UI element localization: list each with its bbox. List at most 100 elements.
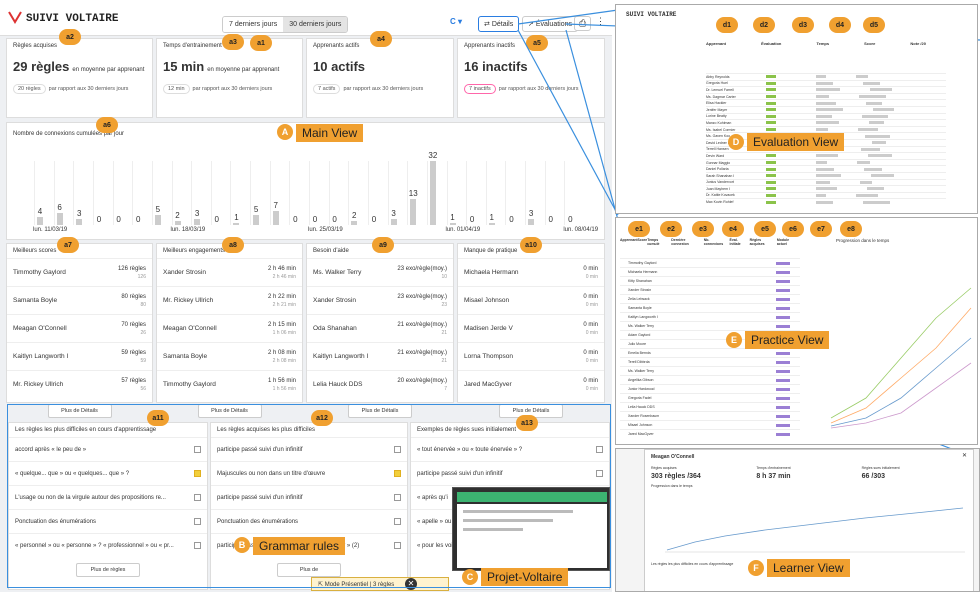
eval-header: Note /20 xyxy=(910,41,926,46)
practice-row[interactable]: Michaela Hermann xyxy=(620,267,800,276)
list-row[interactable]: Xander Strosin 23 exo/règle(moy.) 23 xyxy=(307,286,453,314)
chart-bar xyxy=(37,217,43,225)
list-row[interactable]: Michaela Hermann 0 min 0 min xyxy=(458,258,604,286)
time-bar xyxy=(816,114,832,118)
list-row[interactable]: Samanta Boyle 80 règles 80 xyxy=(7,286,152,314)
practice-row[interactable]: Samanta Boyle xyxy=(620,303,800,312)
time-bar xyxy=(816,108,843,112)
score-bar xyxy=(873,108,894,112)
list-row[interactable]: Samanta Boyle 2 h 08 min 2 h 08 min xyxy=(157,342,302,370)
eval-row[interactable]: Ms. Isabel Cormier xyxy=(706,125,946,133)
eval-row[interactable]: Elisa Hackler xyxy=(706,99,946,106)
eval-row[interactable]: Dr. Kattie Kovacek xyxy=(706,191,946,199)
eval-row[interactable]: Juan Mayhem I xyxy=(706,185,946,192)
list-row-value: 80 règles 80 xyxy=(121,294,146,308)
eval-row-name: Elisa Hackler xyxy=(706,101,727,106)
eval-row[interactable]: Gregoria Huel xyxy=(706,79,946,87)
practice-row[interactable]: Gregoria Fadel xyxy=(620,393,800,402)
eval-row[interactable]: Jenifer Mayer xyxy=(706,105,946,113)
list-row[interactable]: Ms. Walker Terry 23 exo/règle(moy.) 10 xyxy=(307,258,453,286)
list-row[interactable]: Madisen Jerde V 0 min 0 min xyxy=(458,314,604,342)
chart-bar-label: 5 xyxy=(253,205,259,214)
range-30-days[interactable]: 30 derniers jours xyxy=(283,17,348,32)
main-view: SUIVI VOLTAIRE 7 derniers jours 30 derni… xyxy=(0,0,612,592)
practice-row[interactable]: Zelia Lebsack xyxy=(620,294,800,303)
app-logo[interactable]: SUIVI VOLTAIRE xyxy=(8,10,118,25)
list-row[interactable]: Lelia Hauck DDS 20 exo/règle(moy.) 7 xyxy=(307,370,453,398)
list-row[interactable]: Misael Johnson 0 min 0 min xyxy=(458,286,604,314)
print-icon[interactable]: ⎙ xyxy=(574,16,592,31)
eval-row[interactable]: Junius Vandervort xyxy=(706,178,946,186)
list-row[interactable]: Timmothy Gaylord 126 règles 126 xyxy=(7,258,152,286)
list-row-main: 126 règles xyxy=(117,265,146,272)
chart-bar xyxy=(56,213,63,225)
practice-row[interactable]: Ms. Walker Terry xyxy=(620,366,800,375)
list-row[interactable]: Oda Shanahan 21 exo/règle(moy.) 21 xyxy=(307,314,453,342)
evaluation-view-thumbnail[interactable]: SUIVI VOLTAIRE Apprenant Évaluation Temps S… xyxy=(615,4,978,214)
learner-stat-value: 66 /303 xyxy=(861,473,886,480)
list-row-value: 57 règles 56 xyxy=(121,378,146,392)
eval-row[interactable]: Max Kovin Rohlef xyxy=(706,198,946,205)
practice-row[interactable]: Terell Dibbrda xyxy=(620,357,800,366)
eval-row[interactable]: Lorine Beatty xyxy=(706,112,946,120)
practice-row[interactable]: Xander Rosenbaum xyxy=(620,411,800,420)
list-row[interactable]: Timmothy Gaylord 1 h 56 min 1 h 56 min xyxy=(157,370,302,398)
list-row[interactable]: Meagan O'Connell 70 règles 26 xyxy=(7,314,152,342)
list-row-name: Michaela Hermann xyxy=(464,269,519,276)
list-row[interactable]: Kaitlyn Langworth I 21 exo/règle(moy.) 21 xyxy=(307,342,453,370)
practice-row[interactable]: Kaitlyn Langworth I xyxy=(620,312,800,321)
eval-badge: d1 xyxy=(716,17,738,33)
list-row-value: 0 min 0 min xyxy=(583,294,598,308)
practice-row-name: Michaela Hermann xyxy=(628,270,658,274)
list-row-name: Timmothy Gaylord xyxy=(163,381,216,388)
more-menu-icon[interactable]: ⋮ xyxy=(596,16,605,27)
eval-row[interactable]: Manzo Kuhlman xyxy=(706,119,946,126)
list-row[interactable]: Mr. Rickey Ullrich 57 règles 56 xyxy=(7,370,152,398)
list-row[interactable]: Mr. Rickey Ullrich 2 h 22 min 2 h 21 min xyxy=(157,286,302,314)
module-bar xyxy=(776,270,790,274)
practice-row[interactable]: Emelia Bernds xyxy=(620,348,800,357)
class-selector[interactable]: C ▾ xyxy=(450,17,462,26)
eval-row[interactable]: Daniel Pollaria xyxy=(706,165,946,172)
learner-name: Meagan O'Connell xyxy=(651,454,695,460)
list-row-main: 80 règles xyxy=(121,293,146,300)
practice-row[interactable]: Misael Johnson xyxy=(620,420,800,429)
details-button[interactable]: ⇄ Détails xyxy=(478,16,520,32)
range-7-days[interactable]: 7 derniers jours xyxy=(223,17,284,32)
learner-stat-title: Règles acquises xyxy=(651,466,677,470)
practice-row[interactable]: Jared MacGyver xyxy=(620,429,800,438)
practice-row[interactable]: Xander Strosin xyxy=(620,285,800,294)
score-bar xyxy=(860,180,872,184)
practice-header: Nb. connexions xyxy=(703,238,724,246)
practice-row[interactable]: Junior Hardwood xyxy=(620,384,800,393)
module-bar xyxy=(776,360,790,364)
list-row[interactable]: Xander Strosin 2 h 46 min 2 h 46 min xyxy=(157,258,302,286)
practice-row[interactable]: Kitty Shanahan xyxy=(620,276,800,285)
list-row-compare-value: 59 xyxy=(140,357,146,364)
practice-row[interactable]: Timmothy Gaylord xyxy=(620,258,800,267)
practice-row[interactable]: Ms. Walker Terry xyxy=(620,321,800,330)
list-row-name: Misael Johnson xyxy=(464,297,510,304)
eval-row[interactable]: Sarah Shanahan I xyxy=(706,171,946,179)
learner-close-icon[interactable]: ✕ xyxy=(962,452,967,459)
practice-row[interactable]: Lelia Hauck DDS xyxy=(620,402,800,411)
evaluations-button[interactable]: ↗ Évaluations xyxy=(522,16,579,32)
list-row-compare-value: 0 min xyxy=(585,385,598,392)
score-bar xyxy=(856,193,878,197)
list-row[interactable]: Lorna Thompson 0 min 0 min xyxy=(458,342,604,370)
eval-row[interactable]: Dr. Lemuel Farrell xyxy=(706,86,946,93)
eval-row[interactable]: Gunnar Maggio xyxy=(706,158,946,166)
list-row[interactable]: Jared MacGyver 0 min 0 min xyxy=(458,370,604,398)
eval-row-name: Juan Mayhem I xyxy=(706,186,730,191)
practice-row[interactable]: Angelika Gibson xyxy=(620,375,800,384)
eval-row[interactable]: Ms. Dagmar Carter xyxy=(706,92,946,100)
list-row[interactable]: Meagan O'Connell 2 h 15 min 1 h 06 min xyxy=(157,314,302,342)
eval-header: Apprenant xyxy=(706,41,726,46)
practice-row-name: Xander Rosenbaum xyxy=(628,414,660,418)
eval-row[interactable]: Devin Ward xyxy=(706,152,946,159)
eval-badge: d4 xyxy=(829,17,851,33)
list-row[interactable]: Kaitlyn Langworth I 59 règles 59 xyxy=(7,342,152,370)
eval-row[interactable]: Abby Reynolds xyxy=(706,73,946,80)
chart-guide xyxy=(269,161,271,225)
chart-bar xyxy=(410,199,417,225)
